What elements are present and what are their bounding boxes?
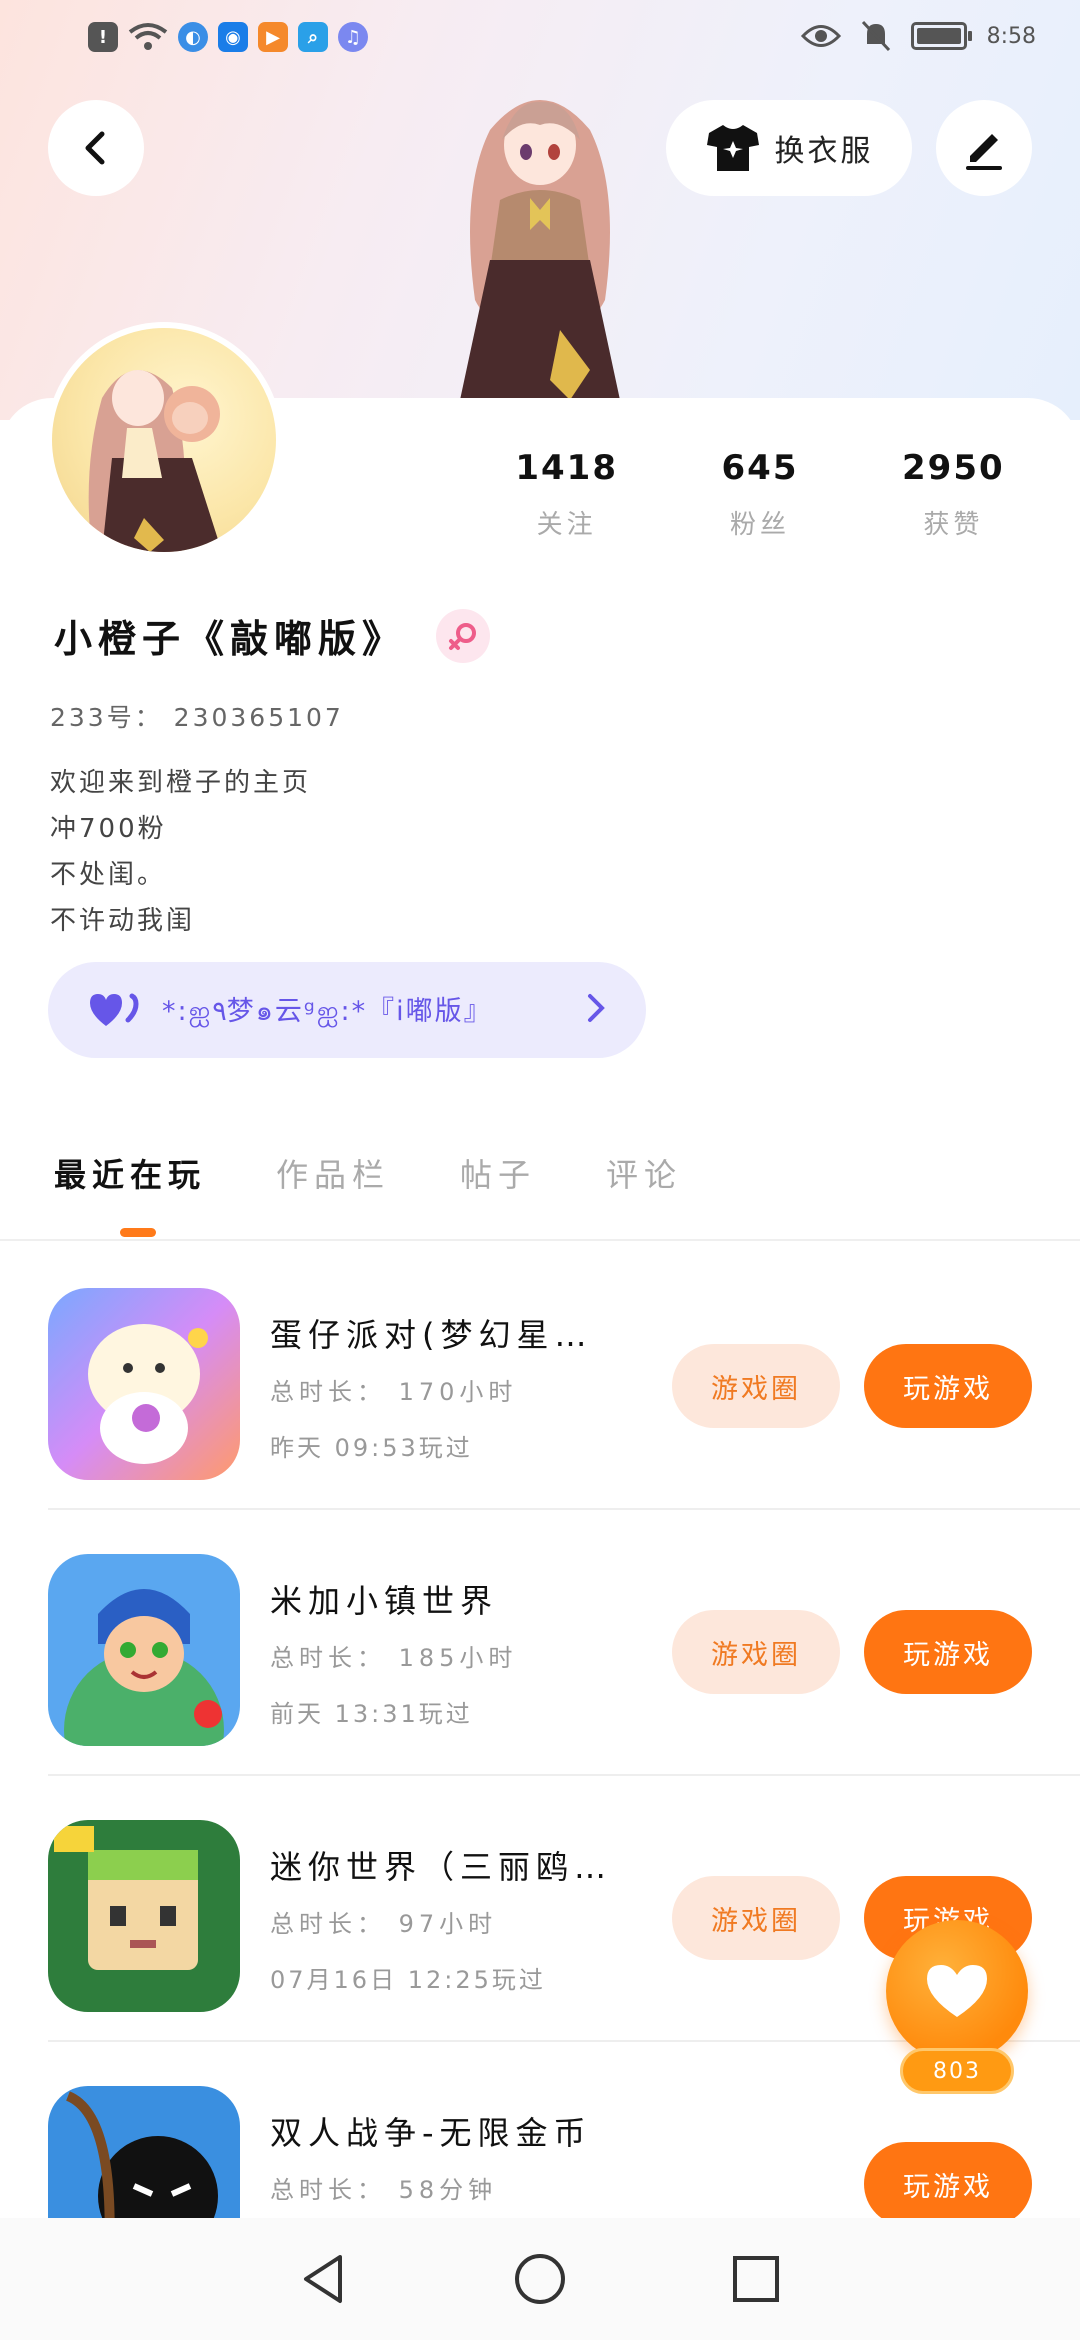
fans-count: 645 (721, 448, 799, 488)
tab-recently-played[interactable]: 最近在玩 (54, 1150, 206, 1196)
list-item[interactable]: 蛋仔派对(梦幻星… 总时长： 170小时 昨天 09:53玩过 游戏圈 玩游戏 (0, 1244, 1080, 1510)
tab-comments[interactable]: 评论 (606, 1150, 682, 1196)
shirt-icon (706, 125, 759, 171)
avatar[interactable] (46, 322, 282, 558)
edit-profile-button[interactable] (936, 100, 1032, 196)
likes-count: 2950 (902, 448, 1005, 488)
pencil-icon (966, 134, 1002, 170)
avatar-character-figure (460, 100, 620, 400)
game-icon-mini-world (48, 1820, 240, 2012)
likes-label: 获赞 (923, 510, 984, 540)
back-arrow-icon (85, 131, 105, 165)
game-circle-button[interactable]: 游戏圈 (672, 1876, 840, 1960)
bell-muted-icon (861, 20, 890, 52)
game-last-played: 昨天 09:53玩过 (270, 1434, 473, 1462)
username: 小橙子《敲嘟版》 (54, 617, 407, 661)
change-outfit-button[interactable]: 换衣服 (666, 100, 912, 196)
nav-recents-icon[interactable] (728, 2251, 784, 2307)
like-count-badge: 803 (900, 2048, 1014, 2094)
game-circle-button[interactable]: 游戏圈 (672, 1344, 840, 1428)
nav-back-icon[interactable] (296, 2251, 352, 2307)
stat-likes[interactable]: 2950 获赞 (857, 448, 1050, 541)
game-icon-miga-town (48, 1554, 240, 1746)
bio: 欢迎来到橙子的主页 冲700粉 不处闺。 不许动我闺 (50, 760, 311, 944)
game-title: 米加小镇世界 (270, 1582, 499, 1620)
club-name: *:ஐ٩梦๑云ᵍஐ:*『i嘟版』 (162, 995, 493, 1027)
following-label: 关注 (536, 510, 597, 540)
bulb-icon: ◉ (218, 22, 248, 52)
user-id: 233号： 230365107 (50, 703, 344, 732)
game-icon-stick-war (48, 2086, 240, 2218)
game-duration: 总时长： 97小时 (270, 1910, 498, 1938)
game-icon-eggy-party (48, 1288, 240, 1480)
game-duration: 总时长： 185小时 (270, 1644, 518, 1672)
avatar-image (88, 370, 222, 552)
profile-stats: 1418 关注 645 粉丝 2950 获赞 (470, 448, 1050, 541)
back-button[interactable] (48, 100, 144, 196)
purple-heart-icon (90, 993, 139, 1026)
music-icon: ♫ (338, 22, 368, 52)
chevron-right-icon (588, 994, 605, 1022)
bio-line: 不处闺。 (50, 860, 167, 890)
play-game-button[interactable]: 玩游戏 (864, 1344, 1032, 1428)
list-item[interactable]: 米加小镇世界 总时长： 185小时 前天 13:31玩过 游戏圈 玩游戏 (0, 1510, 1080, 1776)
tab-divider (0, 1239, 1080, 1241)
game-title: 蛋仔派对(梦幻星… (270, 1316, 593, 1354)
bio-line: 欢迎来到橙子的主页 (50, 768, 312, 798)
game-last-played: 前天 13:31玩过 (270, 1700, 473, 1728)
alert-icon: ! (88, 22, 118, 52)
female-gender-icon (436, 608, 491, 663)
stat-following[interactable]: 1418 关注 (470, 448, 663, 541)
like-button[interactable] (886, 1920, 1028, 2062)
tab-works[interactable]: 作品栏 (276, 1150, 390, 1196)
browser-icon: ◐ (178, 22, 208, 52)
game-title: 双人战争-无限金币 (270, 2114, 592, 2152)
bio-line: 不许动我闺 (50, 906, 196, 936)
video-icon: ▶ (258, 22, 288, 52)
fans-label: 粉丝 (729, 510, 790, 540)
game-duration: 总时长： 58分钟 (270, 2176, 498, 2204)
name-row: 小橙子《敲嘟版》 (54, 608, 491, 663)
game-circle-button[interactable]: 游戏圈 (672, 1610, 840, 1694)
stat-fans[interactable]: 645 粉丝 (663, 448, 856, 541)
play-game-button[interactable]: 玩游戏 (864, 2142, 1032, 2218)
bio-line: 冲700粉 (50, 814, 167, 844)
club-badge-button[interactable]: *:ஐ٩梦๑云ᵍஐ:*『i嘟版』 (48, 962, 646, 1058)
search-app-icon: ⌕ (298, 22, 328, 52)
game-last-played: 07月16日 12:25玩过 (270, 1966, 546, 1994)
system-navigation-bar (0, 2218, 1080, 2340)
nav-home-icon[interactable] (512, 2251, 568, 2307)
profile-tabs: 最近在玩 作品栏 帖子 评论 (54, 1150, 682, 1196)
game-duration: 总时长： 170小时 (270, 1378, 518, 1406)
wifi-icon (128, 23, 168, 50)
heart-icon (927, 1965, 987, 2017)
tab-posts[interactable]: 帖子 (460, 1150, 536, 1196)
battery-icon (910, 22, 972, 50)
change-outfit-label: 换衣服 (774, 134, 874, 169)
following-count: 1418 (515, 448, 618, 488)
tab-active-indicator (120, 1228, 156, 1237)
status-bar: ! ◐ ◉ ▶ ⌕ ♫ 8:58 (0, 0, 1080, 84)
eye-icon (800, 25, 841, 47)
game-title: 迷你世界（三丽鸥… (270, 1848, 613, 1886)
clock-time: 8:58 (986, 23, 1036, 49)
play-game-button[interactable]: 玩游戏 (864, 1610, 1032, 1694)
